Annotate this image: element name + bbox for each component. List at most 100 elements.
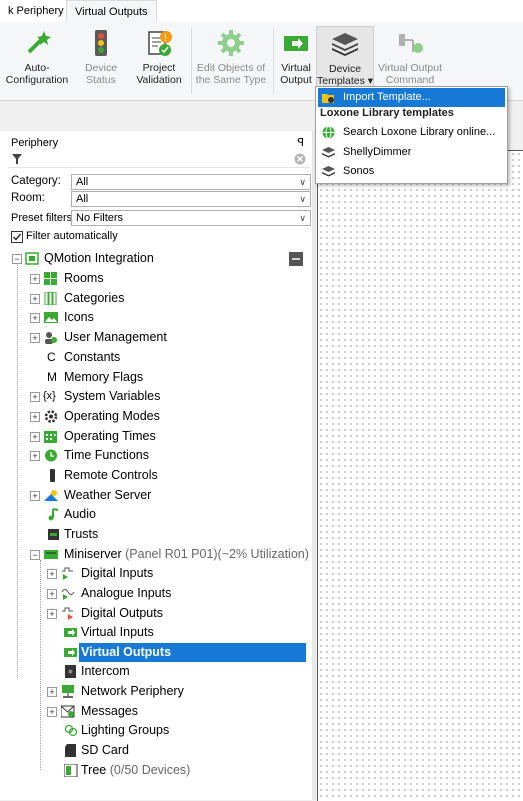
tree-item-label: Audio <box>64 507 96 521</box>
intercom-icon <box>65 665 76 678</box>
miniserver-note: (Panel R01 P01)(~2% Utilization) <box>125 547 309 561</box>
expand-icon[interactable]: + <box>30 392 40 402</box>
tree-item-label: Rooms <box>64 271 104 285</box>
tree-item-label: Analogue Inputs <box>81 586 172 600</box>
tree-item-label: Digital Outputs <box>81 606 163 620</box>
tree-item-label: Weather Server <box>64 488 152 502</box>
auto-configuration-button[interactable]: Auto- Configuration <box>2 28 72 86</box>
tree-item-label: Lighting Groups <box>81 723 170 737</box>
calendar-icon <box>44 431 57 443</box>
category-label: Category: <box>11 175 61 187</box>
template-item-sonos[interactable]: Sonos <box>318 162 505 181</box>
library-section-header: Loxone Library templates <box>320 107 454 119</box>
tree-item-label: QMotion Integration <box>44 251 154 265</box>
ribbon-separator <box>273 28 274 94</box>
device-templates-menu: Import Template... Loxone Library templa… <box>315 86 508 184</box>
device-templates-label: Device Templates ▾ <box>317 63 374 87</box>
import-template-item[interactable]: Import Template... <box>318 88 505 107</box>
virtual-output-command-button[interactable]: Virtual Output Command <box>374 28 446 86</box>
clock-icon <box>45 449 57 462</box>
tree-note: (0/50 Devices) <box>109 763 191 777</box>
tree-item-label: Operating Modes <box>64 409 160 423</box>
periphery-panel: Periphery ꟼ Category: All ∨ Room: All ∨ Pr… <box>0 131 312 800</box>
program-canvas[interactable] <box>317 150 523 801</box>
sd-card-icon <box>65 744 76 757</box>
users-icon <box>45 332 57 344</box>
digital-output-icon <box>62 607 73 620</box>
miniserver-icon <box>44 550 58 559</box>
tree-item-label: System Variables <box>64 389 161 403</box>
tab-periphery[interactable]: k Periphery <box>0 0 72 22</box>
project-validation-button[interactable]: ! Project Validation <box>132 28 186 86</box>
layers-icon <box>330 29 360 59</box>
collapse-icon[interactable]: − <box>30 550 40 560</box>
gear-icon <box>216 28 246 58</box>
search-library-label: Search Loxone Library online... <box>343 126 496 138</box>
import-template-label: Import Template... <box>343 91 431 103</box>
collapse-icon[interactable]: − <box>12 254 22 264</box>
expand-icon[interactable]: + <box>30 274 40 284</box>
expand-icon[interactable]: + <box>47 707 57 717</box>
expand-icon[interactable]: + <box>47 687 57 697</box>
expand-icon[interactable]: + <box>30 451 40 461</box>
tree-item-label: Network Periphery <box>81 684 184 698</box>
panel-splitter[interactable] <box>312 131 316 800</box>
gear-icon <box>44 410 58 423</box>
chevron-down-icon: ∨ <box>299 213 306 223</box>
tree-item-label: Messages <box>81 704 138 718</box>
virtual-output-button[interactable]: Virtual Output <box>276 28 316 86</box>
layers-icon <box>322 166 335 177</box>
expand-icon[interactable]: + <box>30 432 40 442</box>
tree-item-label: Memory Flags <box>64 370 144 384</box>
expand-icon[interactable]: + <box>30 313 40 323</box>
expand-icon[interactable]: + <box>30 333 40 343</box>
chevron-down-icon: ∨ <box>299 177 306 187</box>
device-status-label: Device Status <box>84 62 118 86</box>
category-select[interactable]: All ∨ <box>71 174 311 190</box>
expand-icon[interactable]: + <box>47 569 57 579</box>
tree-label: Tree <box>81 763 107 777</box>
template-item-label: Sonos <box>343 165 375 177</box>
expand-icon[interactable]: + <box>47 609 57 619</box>
preset-filters-select[interactable]: No Filters ∨ <box>71 210 311 226</box>
magic-wand-icon <box>22 28 52 58</box>
expand-icon[interactable]: + <box>30 412 40 422</box>
search-library-item[interactable]: Search Loxone Library online... <box>318 123 505 142</box>
edit-objects-button[interactable]: Edit Objects of the Same Type <box>194 28 268 86</box>
constants-icon: C <box>47 350 56 364</box>
pin-icon[interactable]: ꟼ <box>297 136 304 149</box>
expand-icon[interactable]: + <box>47 589 57 599</box>
virtual-output-icon <box>281 28 311 58</box>
room-label: Room: <box>11 192 45 204</box>
search-filter-bar[interactable] <box>9 152 310 168</box>
tree-bus-icon <box>64 764 78 777</box>
integration-icon <box>25 252 39 265</box>
svg-text:!: ! <box>164 33 167 44</box>
device-templates-button[interactable]: Device Templates ▾ <box>316 26 374 90</box>
tree-item-label: SD Card <box>81 743 129 757</box>
template-item-shellydimmer[interactable]: ShellyDimmer <box>318 143 505 162</box>
ribbon-separator <box>191 28 192 94</box>
tree-item-label: Time Functions <box>64 448 149 462</box>
tree-item-label: Operating Times <box>64 429 156 443</box>
variable-icon: {x} <box>43 390 56 402</box>
expand-icon[interactable]: + <box>30 491 40 501</box>
miniserver-label: Miniserver <box>64 547 122 561</box>
category-value: All <box>76 176 89 188</box>
tree-item-label: User Management <box>64 330 167 344</box>
preset-filters-value: No Filters <box>76 212 124 224</box>
tree-item-label: Constants <box>64 350 121 364</box>
clear-icon[interactable] <box>294 153 306 165</box>
checkbox-checked-icon <box>11 231 23 243</box>
tab-virtual-outputs[interactable]: Virtual Outputs <box>66 0 157 23</box>
rooms-icon <box>44 272 57 285</box>
tree-item-label: Virtual Outputs <box>81 645 172 659</box>
image-icon <box>44 312 58 323</box>
device-status-button[interactable]: Device Status <box>78 28 124 86</box>
minus-button-icon[interactable] <box>289 252 303 266</box>
room-select[interactable]: All ∨ <box>71 191 311 207</box>
tree-item-label: Intercom <box>81 664 130 678</box>
analogue-input-icon <box>61 589 75 600</box>
chevron-down-icon: ∨ <box>299 194 306 204</box>
expand-icon[interactable]: + <box>30 294 40 304</box>
